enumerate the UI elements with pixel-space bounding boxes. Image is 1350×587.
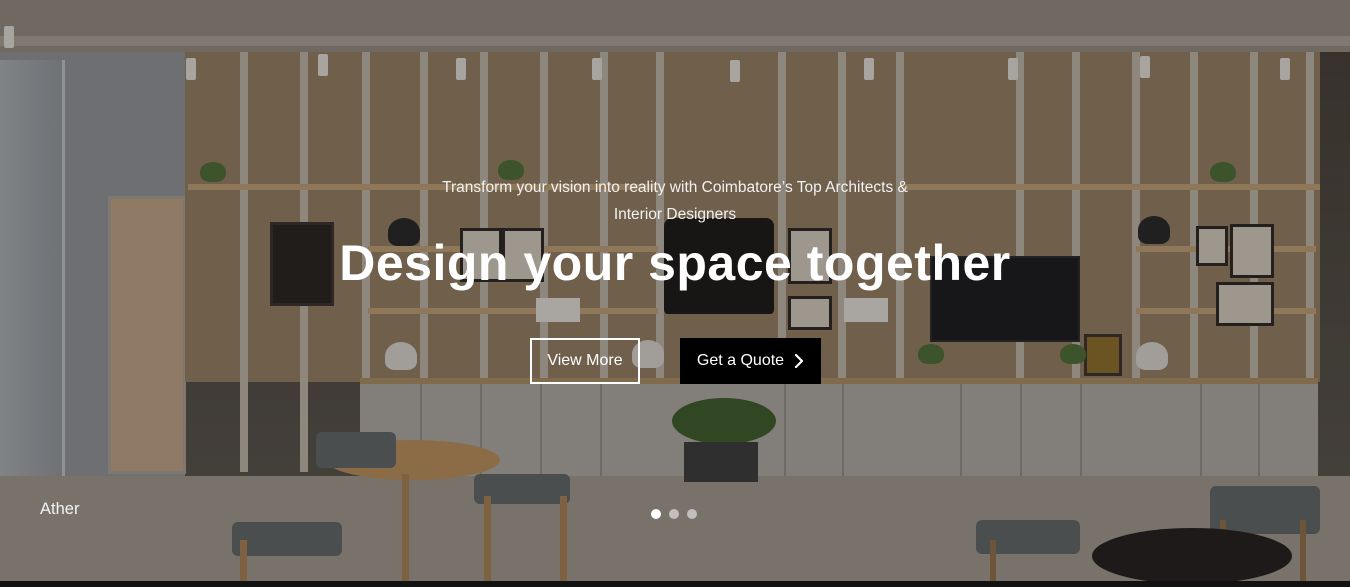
hero-tagline: Transform your vision into reality with … (442, 179, 908, 223)
get-a-quote-button[interactable]: Get a Quote (680, 338, 821, 384)
carousel-dot-1[interactable] (651, 509, 661, 519)
carousel-dot-2[interactable] (669, 509, 679, 519)
carousel-pagination (651, 509, 697, 519)
hero-slider: Transform your vision into reality with … (0, 0, 1350, 587)
view-more-label: View More (547, 352, 623, 369)
hero-headline: Design your space together (339, 235, 1011, 291)
carousel-dot-3[interactable] (687, 509, 697, 519)
view-more-button[interactable]: View More (530, 338, 640, 384)
chevron-right-icon (794, 354, 804, 368)
get-a-quote-label: Get a Quote (696, 352, 785, 369)
hero-content: Transform your vision into reality with … (0, 0, 1350, 587)
bottom-edge (0, 581, 1350, 587)
slide-caption: Ather (40, 500, 80, 518)
